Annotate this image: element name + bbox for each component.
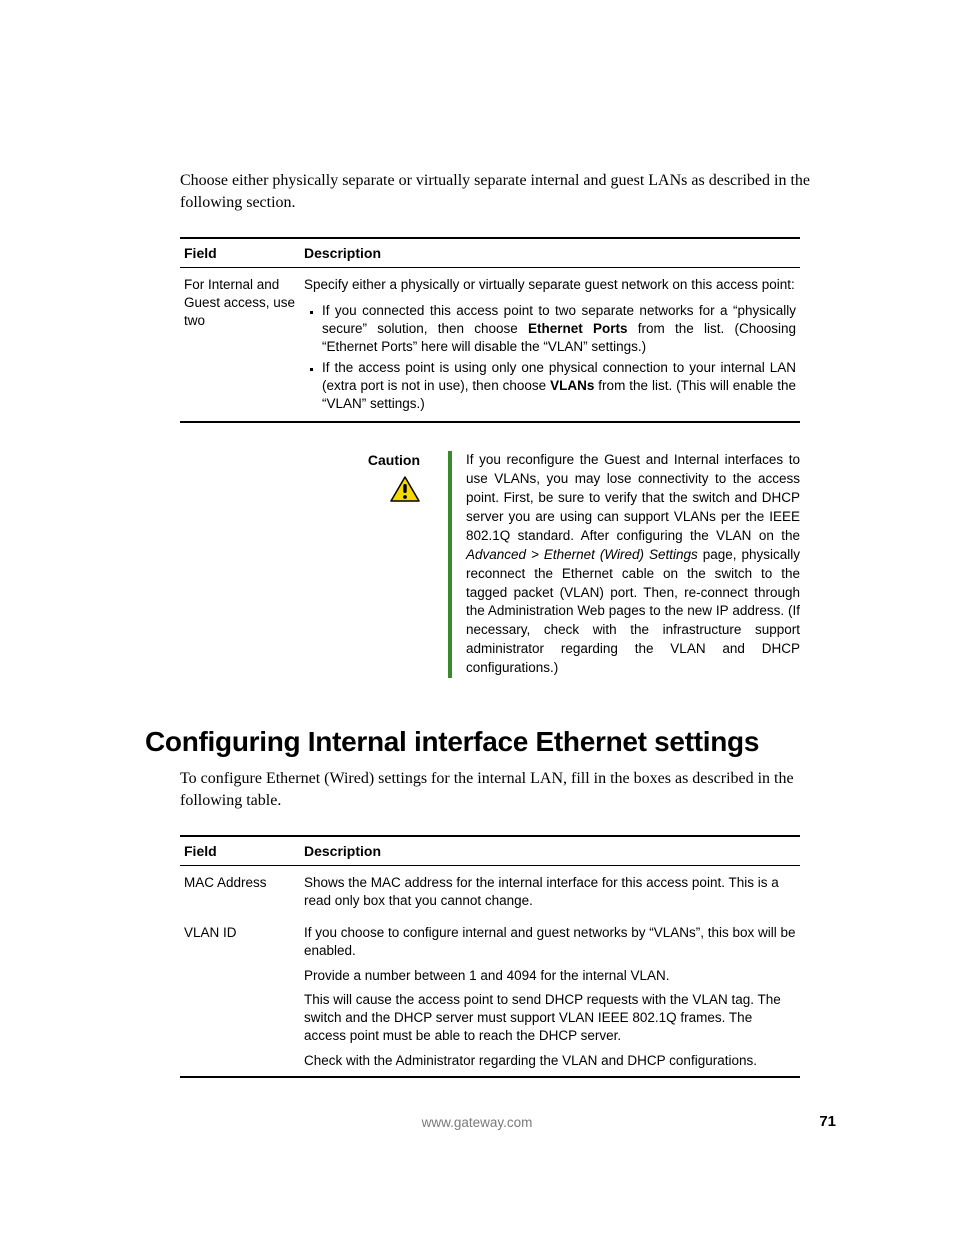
field-description: If you choose to configure internal and … [300,916,800,1077]
table-header-description: Description [300,238,800,268]
bold-text: VLANs [550,378,594,393]
field-description: Shows the MAC address for the internal i… [300,865,800,916]
desc-para: If you choose to configure internal and … [304,924,796,960]
table-header-description: Description [300,836,800,866]
table-row: VLAN ID If you choose to configure inter… [180,916,800,1077]
section-heading: Configuring Internal interface Ethernet … [145,726,844,758]
caution-callout: Caution If you reconfigure the Guest and… [325,451,800,678]
desc-lead: Specify either a physically or virtually… [304,277,795,292]
table-header-field: Field [180,836,300,866]
caution-body: If you reconfigure the Guest and Interna… [466,451,800,678]
text: page, physically reconnect the Ethernet … [466,547,800,675]
list-item: If you connected this access point to tw… [322,302,796,357]
field-label: MAC Address [180,865,300,916]
intro-paragraph: Choose either physically separate or vir… [180,170,844,215]
italic-text: Advanced > Ethernet (Wired) Settings [466,547,698,562]
desc-para: This will cause the access point to send… [304,991,796,1046]
field-label: VLAN ID [180,916,300,1077]
bold-text: Ethernet Ports [528,321,628,336]
footer-url: www.gateway.com [0,1115,954,1130]
internal-interface-table: Field Description MAC Address Shows the … [180,835,800,1078]
field-description: Specify either a physically or virtually… [300,267,800,422]
caution-label-column: Caution [325,451,448,501]
list-item: If the access point is using only one ph… [322,359,796,414]
intro-paragraph-2: To configure Ethernet (Wired) settings f… [180,768,844,813]
bullet-list: If you connected this access point to tw… [304,302,796,413]
caution-label: Caution [368,452,420,468]
warning-icon [390,476,420,502]
desc-para: Provide a number between 1 and 4094 for … [304,967,796,985]
page-number: 71 [819,1113,836,1130]
field-label: For Internal and Guest access, use two [180,267,300,422]
text: If you reconfigure the Guest and Interna… [466,452,800,543]
desc-para: Check with the Administrator regarding t… [304,1052,796,1070]
desc-para: Shows the MAC address for the internal i… [304,874,796,910]
document-page: Choose either physically separate or vir… [0,0,954,1235]
table-row: For Internal and Guest access, use two S… [180,267,800,422]
table-header-field: Field [180,238,300,268]
caution-accent-bar [448,451,452,678]
table-row: MAC Address Shows the MAC address for th… [180,865,800,916]
guest-access-table: Field Description For Internal and Guest… [180,237,800,424]
